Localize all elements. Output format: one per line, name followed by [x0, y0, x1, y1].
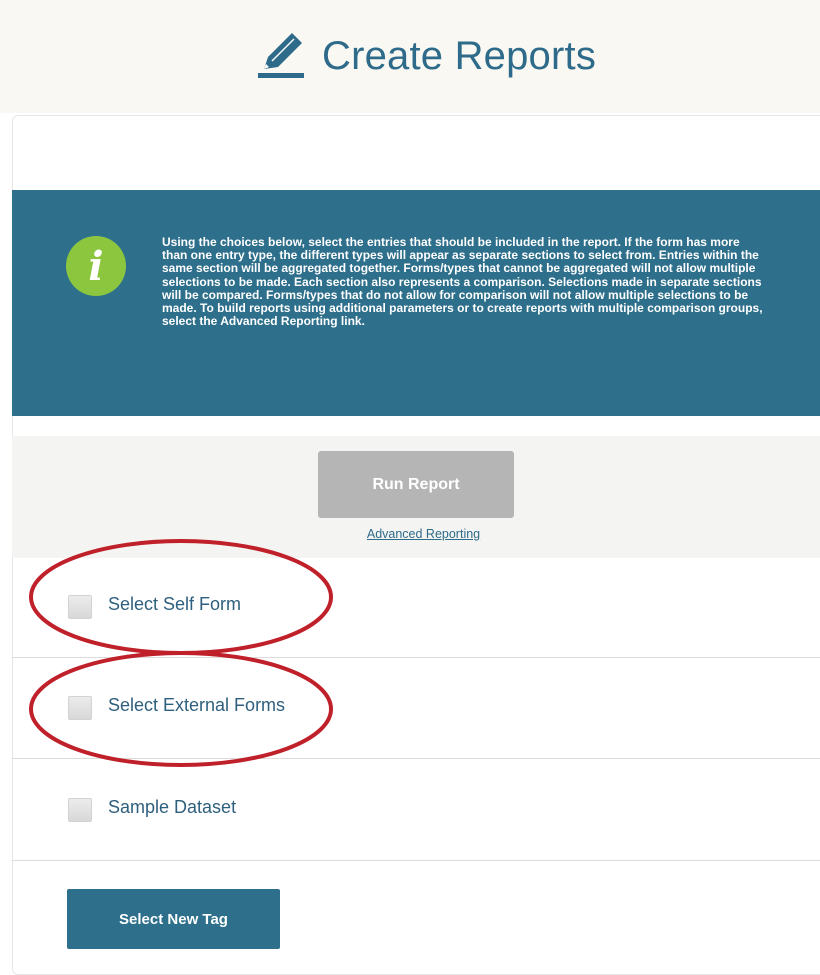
- sample-dataset-label[interactable]: Sample Dataset: [108, 797, 236, 818]
- sample-dataset-checkbox[interactable]: [68, 798, 92, 822]
- select-new-tag-button[interactable]: Select New Tag: [67, 889, 280, 949]
- external-forms-label[interactable]: Select External Forms: [108, 695, 285, 716]
- section-row-external-forms[interactable]: Select External Forms: [12, 659, 820, 759]
- page-title: Create Reports: [322, 33, 597, 78]
- self-form-label[interactable]: Select Self Form: [108, 594, 241, 615]
- section-row-sample-dataset[interactable]: Sample Dataset: [12, 761, 820, 861]
- self-form-checkbox[interactable]: [68, 595, 92, 619]
- page-header: Create Reports: [0, 0, 820, 113]
- info-icon-glyph: i: [88, 243, 104, 290]
- run-report-button[interactable]: Run Report: [318, 451, 514, 518]
- advanced-reporting-link[interactable]: Advanced Reporting: [358, 527, 489, 541]
- pencil-icon: [258, 33, 304, 78]
- external-forms-checkbox[interactable]: [68, 696, 92, 720]
- title-group: Create Reports: [256, 28, 596, 84]
- section-row-self-form[interactable]: Select Self Form: [12, 558, 820, 658]
- info-icon: i: [66, 236, 126, 296]
- info-text: Using the choices below, select the entr…: [162, 235, 763, 329]
